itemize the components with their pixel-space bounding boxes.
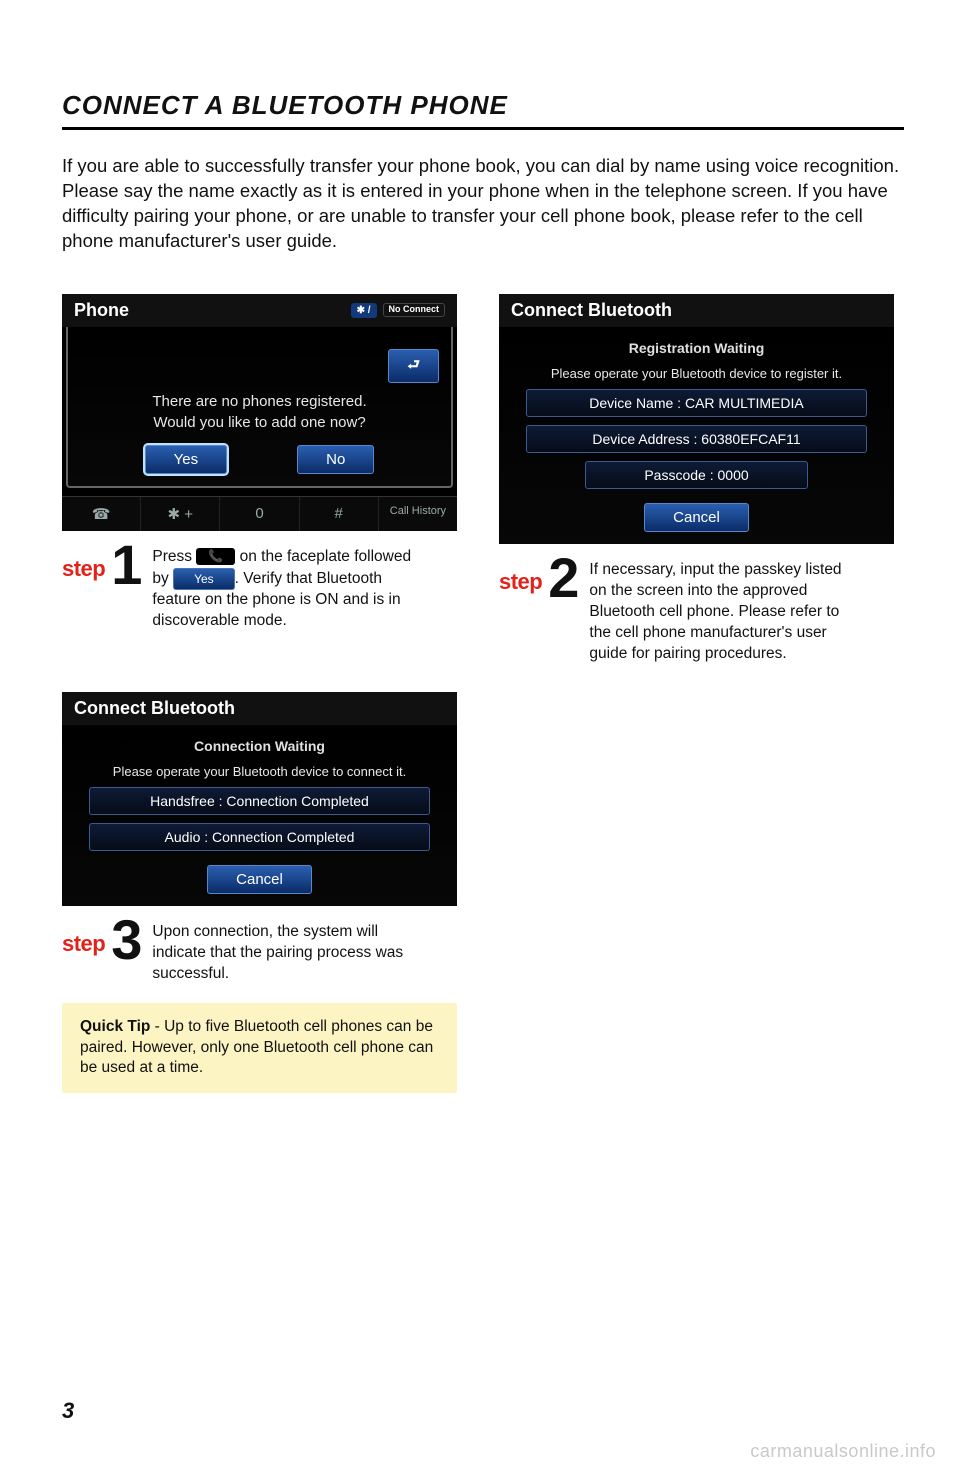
step-2-text: If necessary, input the passkey listed o… [589, 560, 859, 665]
inline-yes-button: Yes [173, 568, 235, 590]
back-button[interactable]: ⮐ [388, 349, 439, 383]
msg-no-phones: There are no phones registered. [80, 393, 439, 410]
bluetooth-icon: ✱ / [351, 303, 377, 318]
screenshot-phone: Phone ✱ / No Connect ⮐ There are no phon… [62, 294, 457, 531]
passcode: Passcode : 0000 [585, 461, 808, 489]
watermark: carmanualsonline.info [750, 1441, 936, 1462]
step-2: step 2 If necessary, input the passkey l… [499, 554, 904, 665]
screen3-prompt: Please operate your Bluetooth device to … [74, 764, 445, 779]
key-zero[interactable]: 0 [220, 497, 299, 531]
step-label: step [62, 931, 105, 957]
screenshot-connection: Connect Bluetooth Connection Waiting Ple… [62, 692, 457, 906]
audio-status: Audio : Connection Completed [89, 823, 430, 851]
device-address: Device Address : 60380EFCAF11 [526, 425, 867, 453]
phone-faceplate-icon: 📞 [196, 548, 235, 565]
no-connect-indicator: No Connect [383, 303, 446, 317]
screen1-title: Phone [74, 300, 129, 321]
step-label: step [499, 569, 542, 595]
step-1-text: Press 📞 on the faceplate followed by Yes… [152, 547, 422, 632]
msg-add-now: Would you like to add one now? [80, 414, 439, 431]
step-number-2: 2 [548, 554, 579, 602]
step-3-text: Upon connection, the system will indicat… [152, 922, 422, 985]
step-3: step 3 Upon connection, the system will … [62, 916, 467, 985]
screen2-title: Connect Bluetooth [511, 300, 672, 321]
step-1: step 1 Press 📞 on the faceplate followed… [62, 541, 467, 632]
cancel-button[interactable]: Cancel [644, 503, 749, 532]
screen2-prompt: Please operate your Bluetooth device to … [511, 366, 882, 381]
screen2-subtitle: Registration Waiting [511, 340, 882, 356]
page-number: 3 [62, 1398, 74, 1424]
intro-text: If you are able to successfully transfer… [62, 154, 902, 254]
quick-tip: Quick Tip - Up to five Bluetooth cell ph… [62, 1003, 457, 1094]
key-call-history[interactable]: Call History [379, 497, 457, 531]
cancel-button[interactable]: Cancel [207, 865, 312, 894]
key-hash[interactable]: # [300, 497, 379, 531]
keypad-row: ☎ ✱ + 0 # Call History [62, 496, 457, 531]
step-label: step [62, 556, 105, 582]
screenshot-registration: Connect Bluetooth Registration Waiting P… [499, 294, 894, 544]
tip-label: Quick Tip [80, 1018, 150, 1035]
yes-button[interactable]: Yes [145, 445, 227, 474]
screen3-subtitle: Connection Waiting [74, 738, 445, 754]
device-name: Device Name : CAR MULTIMEDIA [526, 389, 867, 417]
key-phone-icon[interactable]: ☎ [62, 497, 141, 531]
step-number-1: 1 [111, 541, 142, 589]
step-number-3: 3 [111, 916, 142, 964]
no-button[interactable]: No [297, 445, 374, 474]
screen3-title: Connect Bluetooth [74, 698, 235, 719]
key-star[interactable]: ✱ + [141, 497, 220, 531]
page-title: CONNECT A BLUETOOTH PHONE [62, 90, 904, 130]
handsfree-status: Handsfree : Connection Completed [89, 787, 430, 815]
